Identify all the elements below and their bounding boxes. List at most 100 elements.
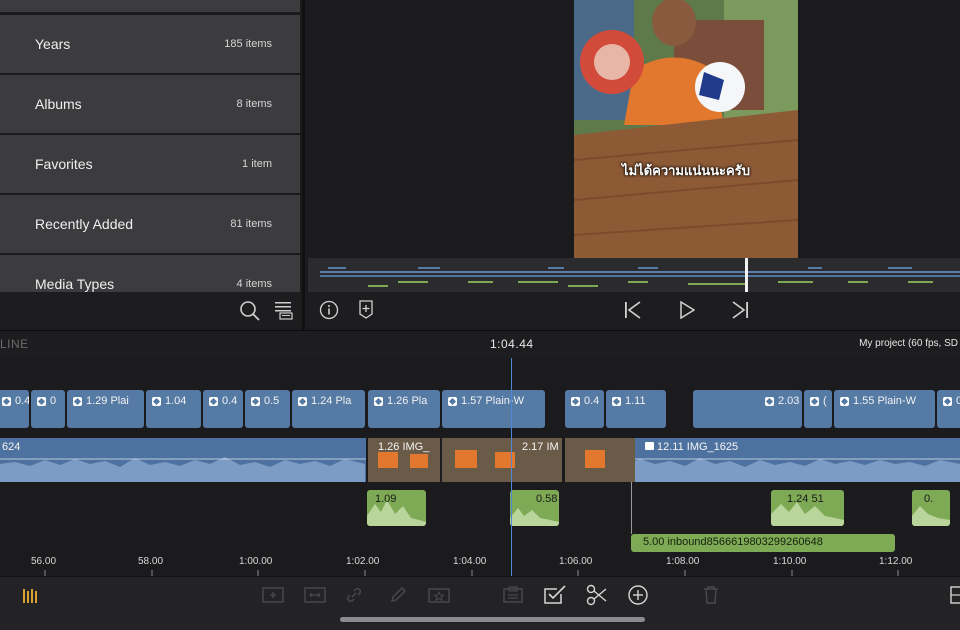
keyframe-icon [943, 396, 952, 406]
time-ruler[interactable]: 56.00 58.00 1:00.00 1:02.00 1:04.00 1:06… [0, 548, 960, 576]
library-item-recently-added[interactable]: Recently Added 81 items [0, 195, 300, 253]
library-item-albums[interactable]: Albums 8 items [0, 75, 300, 133]
add-clip-icon[interactable] [262, 586, 284, 604]
select-checkbox-icon[interactable] [543, 585, 567, 605]
audio-clip[interactable]: 0.58 [510, 490, 559, 526]
current-timecode: 1:04.44 [490, 337, 534, 351]
clip-label: 1.26 IMG_ [378, 441, 430, 453]
library-item-label: Years [35, 36, 71, 52]
clip-label: 0.4 [222, 395, 238, 407]
playhead[interactable] [511, 358, 512, 576]
scissors-icon[interactable] [586, 584, 608, 606]
audio-clip[interactable]: 1.24 51 [771, 490, 844, 526]
keyframe-icon [209, 396, 218, 406]
clip-label-with-icon: 12.11 IMG_1625 [645, 441, 738, 453]
title-clip[interactable]: 0 [31, 390, 65, 428]
title-clip[interactable]: 1.26 Pla [368, 390, 440, 428]
title-clip[interactable]: 1.04 [146, 390, 201, 428]
video-frame-image [574, 0, 798, 258]
ruler-label: 1:00.00 [239, 556, 273, 567]
ruler-label: 1:06.00 [559, 556, 593, 567]
timeline-view-icon[interactable] [22, 587, 40, 605]
keyframe-icon [448, 396, 457, 406]
ruler-label: 1:12.00 [879, 556, 913, 567]
ruler-label: 1:10.00 [773, 556, 807, 567]
title-clip[interactable]: ( [804, 390, 832, 428]
keyframe-icon [37, 396, 46, 406]
library-item-count: 8 items [236, 98, 272, 110]
clip-label: 5.00 inbound8566619803299260648 [643, 536, 823, 548]
library-item-label: Albums [35, 96, 82, 112]
search-icon[interactable] [239, 300, 261, 322]
keyframe-icon [612, 396, 621, 406]
keyframe-icon [810, 396, 819, 406]
clip-label: 1.26 Pla [387, 395, 428, 407]
link-icon[interactable] [345, 586, 363, 604]
title-clip[interactable]: 0.5 [245, 390, 290, 428]
favorite-clip-icon[interactable] [428, 586, 450, 604]
title-clip[interactable]: 1.11 [606, 390, 666, 428]
mini-timeline[interactable] [308, 258, 960, 292]
audio-clip[interactable]: 0. [912, 490, 950, 526]
clip-label: 0. [924, 493, 934, 505]
clip-label: 2.03 [778, 395, 800, 407]
play-icon[interactable] [679, 301, 695, 319]
transition-icon[interactable] [304, 586, 326, 604]
add-marker-icon[interactable] [358, 300, 374, 320]
video-subtitle: ไม่ได้ความแน่นนะครับ [622, 163, 750, 178]
keyframe-icon [571, 396, 580, 406]
primary-waveform [0, 438, 960, 482]
library-item-favorites[interactable]: Favorites 1 item [0, 135, 300, 193]
skip-forward-icon[interactable] [731, 301, 749, 319]
library-row-partial[interactable] [0, 0, 300, 12]
project-info[interactable]: My project (60 fps, SD [859, 338, 958, 349]
library-toolbar [0, 292, 302, 328]
keyframe-icon [374, 396, 383, 406]
mini-playhead[interactable] [745, 258, 748, 292]
clip-label: 1.24 51 [787, 493, 824, 505]
home-indicator[interactable] [340, 617, 645, 622]
clip-label: 1.09 [375, 493, 397, 505]
title-clip[interactable]: 0.4 [565, 390, 604, 428]
clip-label: 624 [2, 441, 21, 453]
list-view-icon[interactable] [274, 300, 294, 320]
ruler-label: 58.00 [138, 556, 164, 567]
clip-label: 0.4 [584, 395, 600, 407]
clip-label: 1.55 Plain-W [853, 395, 916, 407]
clip-label: 0.4 [15, 395, 29, 407]
title-clip[interactable]: 0.4 [203, 390, 243, 428]
clipboard-icon[interactable] [502, 586, 524, 604]
keyframe-icon [251, 396, 260, 406]
skip-back-icon[interactable] [624, 301, 642, 319]
timeline-header [0, 330, 960, 358]
layout-icon[interactable] [950, 586, 960, 604]
primary-storyline[interactable]: 624 1.26 IMG_ 2.17 IM 12.11 IMG_1625 [0, 438, 960, 482]
keyframe-icon [765, 396, 774, 406]
library-item-count: 1 item [242, 158, 272, 170]
clip-label: 1.29 Plai [86, 395, 129, 407]
clip-label: 12.11 IMG_1625 [657, 441, 739, 453]
library-item-media-types[interactable]: Media Types 4 items [0, 255, 300, 292]
title-clip[interactable]: 1.29 Plai [67, 390, 144, 428]
trash-icon[interactable] [702, 585, 720, 605]
clip-label: ( [823, 395, 827, 407]
connection-line [631, 482, 632, 534]
title-clip[interactable]: 2.03 [693, 390, 802, 428]
video-preview[interactable]: ไม่ได้ความแน่นนะครับ [574, 0, 798, 258]
edit-icon[interactable] [389, 586, 407, 604]
title-clip[interactable]: 1.55 Plain-W [834, 390, 935, 428]
clip-label: 0. [956, 395, 960, 407]
title-clip[interactable]: 1.57 Plain-W [442, 390, 545, 428]
clip-label: 2.17 IM [522, 441, 559, 453]
title-clip[interactable]: 1.24 Pla [292, 390, 365, 428]
audio-clip[interactable]: 1.09 [367, 490, 426, 526]
clip-label: 0.5 [264, 395, 280, 407]
library-item-years[interactable]: Years 185 items [0, 15, 300, 73]
add-icon[interactable] [627, 584, 649, 606]
info-icon[interactable] [319, 300, 339, 320]
keyframe-icon [840, 396, 849, 406]
title-clip[interactable]: 0. [937, 390, 960, 428]
ruler-label: 56.00 [31, 556, 57, 567]
title-clip[interactable]: 0.4 [0, 390, 29, 428]
viewer-toolbar [305, 292, 960, 328]
